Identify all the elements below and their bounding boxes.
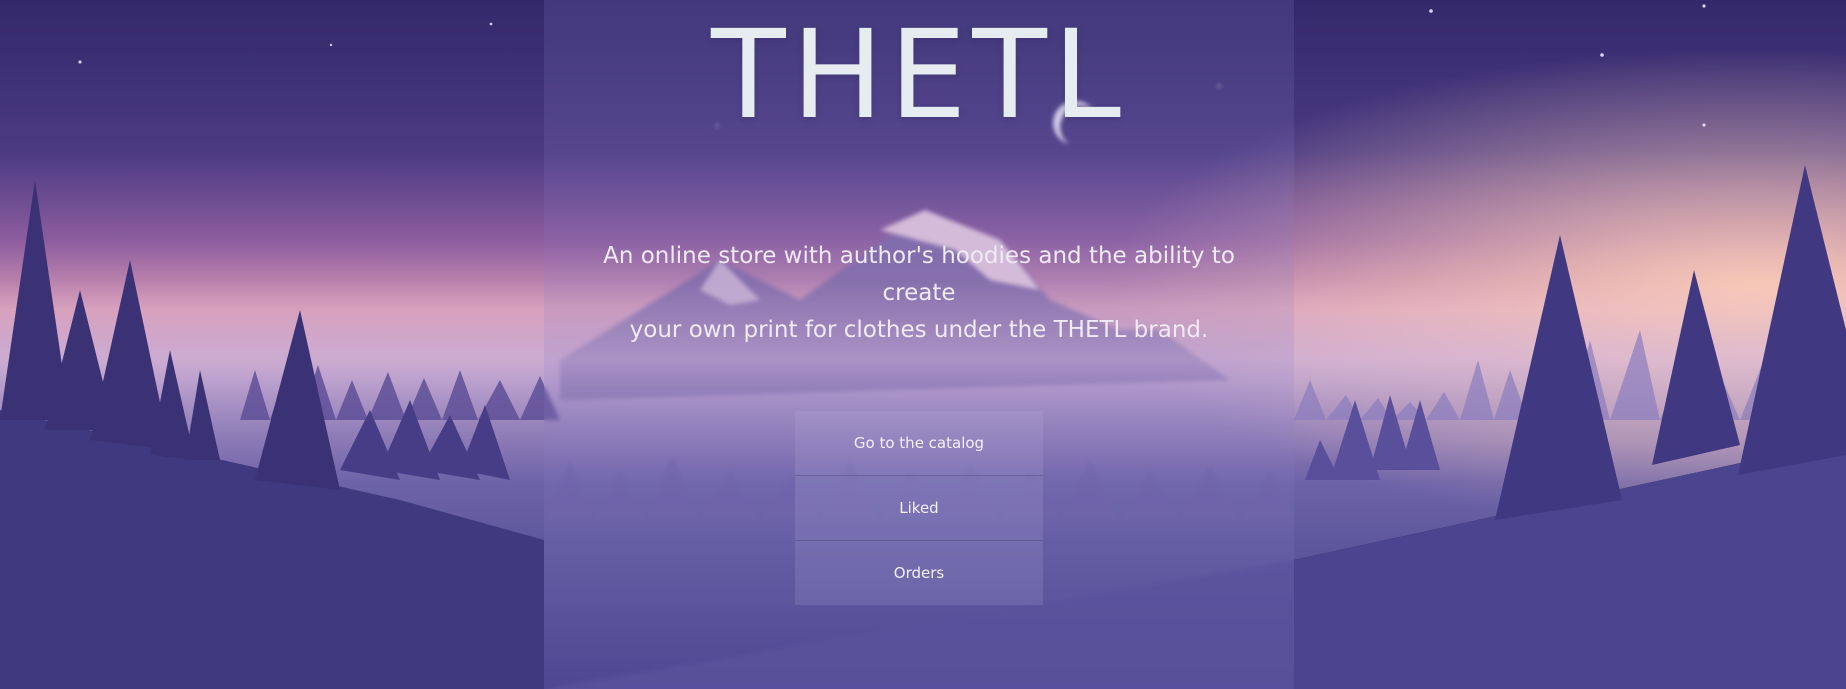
brand-logo: THETL — [711, 4, 1127, 146]
liked-button[interactable]: Liked — [795, 476, 1043, 541]
landing-page: THETL An online store with author's hood… — [0, 0, 1846, 689]
tagline-line-1: An online store with author's hoodies an… — [603, 243, 1235, 306]
tagline-line-2: your own print for clothes under the THE… — [629, 317, 1209, 343]
main-menu: Go to the catalog Liked Orders — [795, 411, 1043, 605]
hero-tagline: An online store with author's hoodies an… — [574, 238, 1264, 349]
orders-button[interactable]: Orders — [795, 541, 1043, 605]
catalog-button[interactable]: Go to the catalog — [795, 411, 1043, 476]
